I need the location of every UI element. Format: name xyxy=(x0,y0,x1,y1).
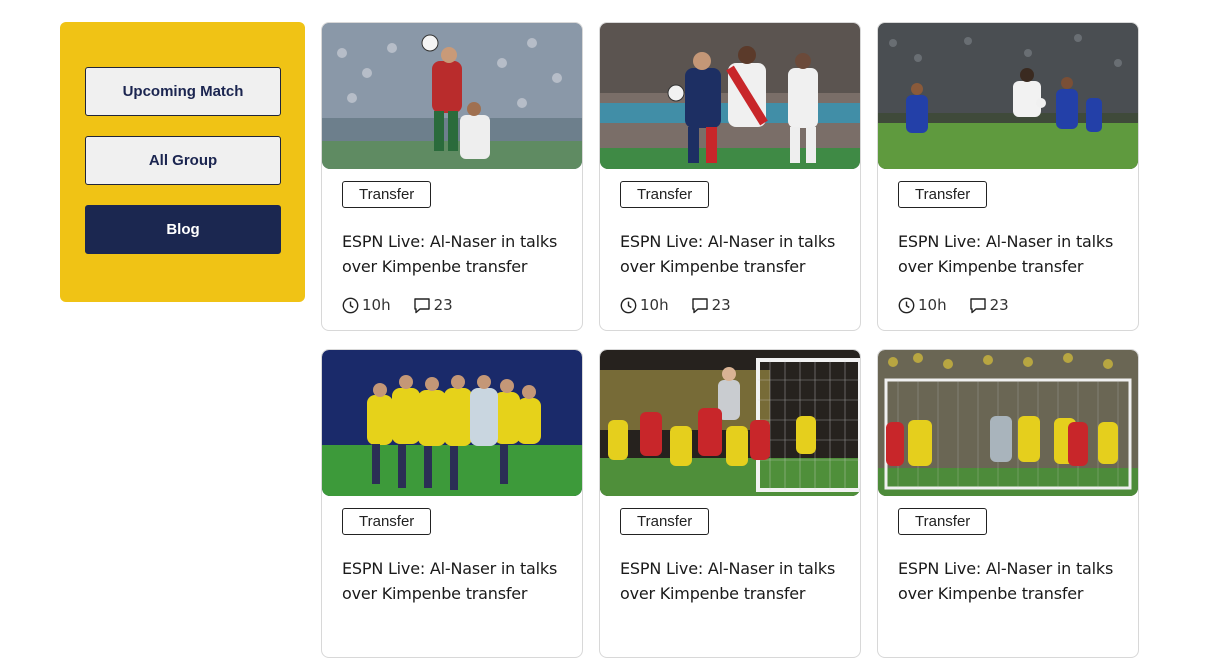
card-image[interactable] xyxy=(600,23,860,169)
all-group-button[interactable]: All Group xyxy=(85,136,281,185)
blog-card[interactable]: Transfer ESPN Live: Al-Naser in talks ov… xyxy=(877,349,1139,658)
clock-icon xyxy=(898,297,915,313)
card-meta: 10h 23 xyxy=(898,296,1009,314)
card-image[interactable] xyxy=(878,350,1138,496)
category-tag[interactable]: Transfer xyxy=(898,508,988,535)
time-ago: 10h xyxy=(640,296,669,314)
card-image[interactable] xyxy=(878,23,1138,169)
category-tag[interactable]: Transfer xyxy=(342,508,432,535)
comment-icon xyxy=(691,297,708,313)
clock-icon xyxy=(342,297,359,313)
upcoming-match-button[interactable]: Upcoming Match xyxy=(85,67,281,116)
comment-count: 23 xyxy=(433,296,453,314)
card-title[interactable]: ESPN Live: Al-Naser in talks over Kimpen… xyxy=(342,229,568,279)
blog-button[interactable]: Blog xyxy=(85,205,281,254)
card-image[interactable] xyxy=(322,23,582,169)
blog-card[interactable]: Transfer ESPN Live: Al-Naser in talks ov… xyxy=(877,22,1139,331)
card-title[interactable]: ESPN Live: Al-Naser in talks over Kimpen… xyxy=(620,229,846,279)
card-meta: 10h 23 xyxy=(620,296,731,314)
card-title[interactable]: ESPN Live: Al-Naser in talks over Kimpen… xyxy=(342,556,568,606)
blog-card[interactable]: Transfer ESPN Live: Al-Naser in talks ov… xyxy=(599,22,861,331)
comment-icon xyxy=(413,297,430,313)
time-ago: 10h xyxy=(362,296,391,314)
sidebar: Upcoming Match All Group Blog xyxy=(60,22,305,302)
clock-icon xyxy=(620,297,637,313)
card-image[interactable] xyxy=(322,350,582,496)
card-image[interactable] xyxy=(600,350,860,496)
category-tag[interactable]: Transfer xyxy=(620,181,710,208)
comment-count: 23 xyxy=(711,296,731,314)
blog-card[interactable]: Transfer ESPN Live: Al-Naser in talks ov… xyxy=(321,22,583,331)
time-ago: 10h xyxy=(918,296,947,314)
category-tag[interactable]: Transfer xyxy=(342,181,432,208)
comment-icon xyxy=(969,297,986,313)
card-title[interactable]: ESPN Live: Al-Naser in talks over Kimpen… xyxy=(620,556,846,606)
category-tag[interactable]: Transfer xyxy=(898,181,988,208)
category-tag[interactable]: Transfer xyxy=(620,508,710,535)
blog-card[interactable]: Transfer ESPN Live: Al-Naser in talks ov… xyxy=(321,349,583,658)
card-title[interactable]: ESPN Live: Al-Naser in talks over Kimpen… xyxy=(898,556,1124,606)
card-meta: 10h 23 xyxy=(342,296,453,314)
blog-card[interactable]: Transfer ESPN Live: Al-Naser in talks ov… xyxy=(599,349,861,658)
card-title[interactable]: ESPN Live: Al-Naser in talks over Kimpen… xyxy=(898,229,1124,279)
comment-count: 23 xyxy=(989,296,1009,314)
